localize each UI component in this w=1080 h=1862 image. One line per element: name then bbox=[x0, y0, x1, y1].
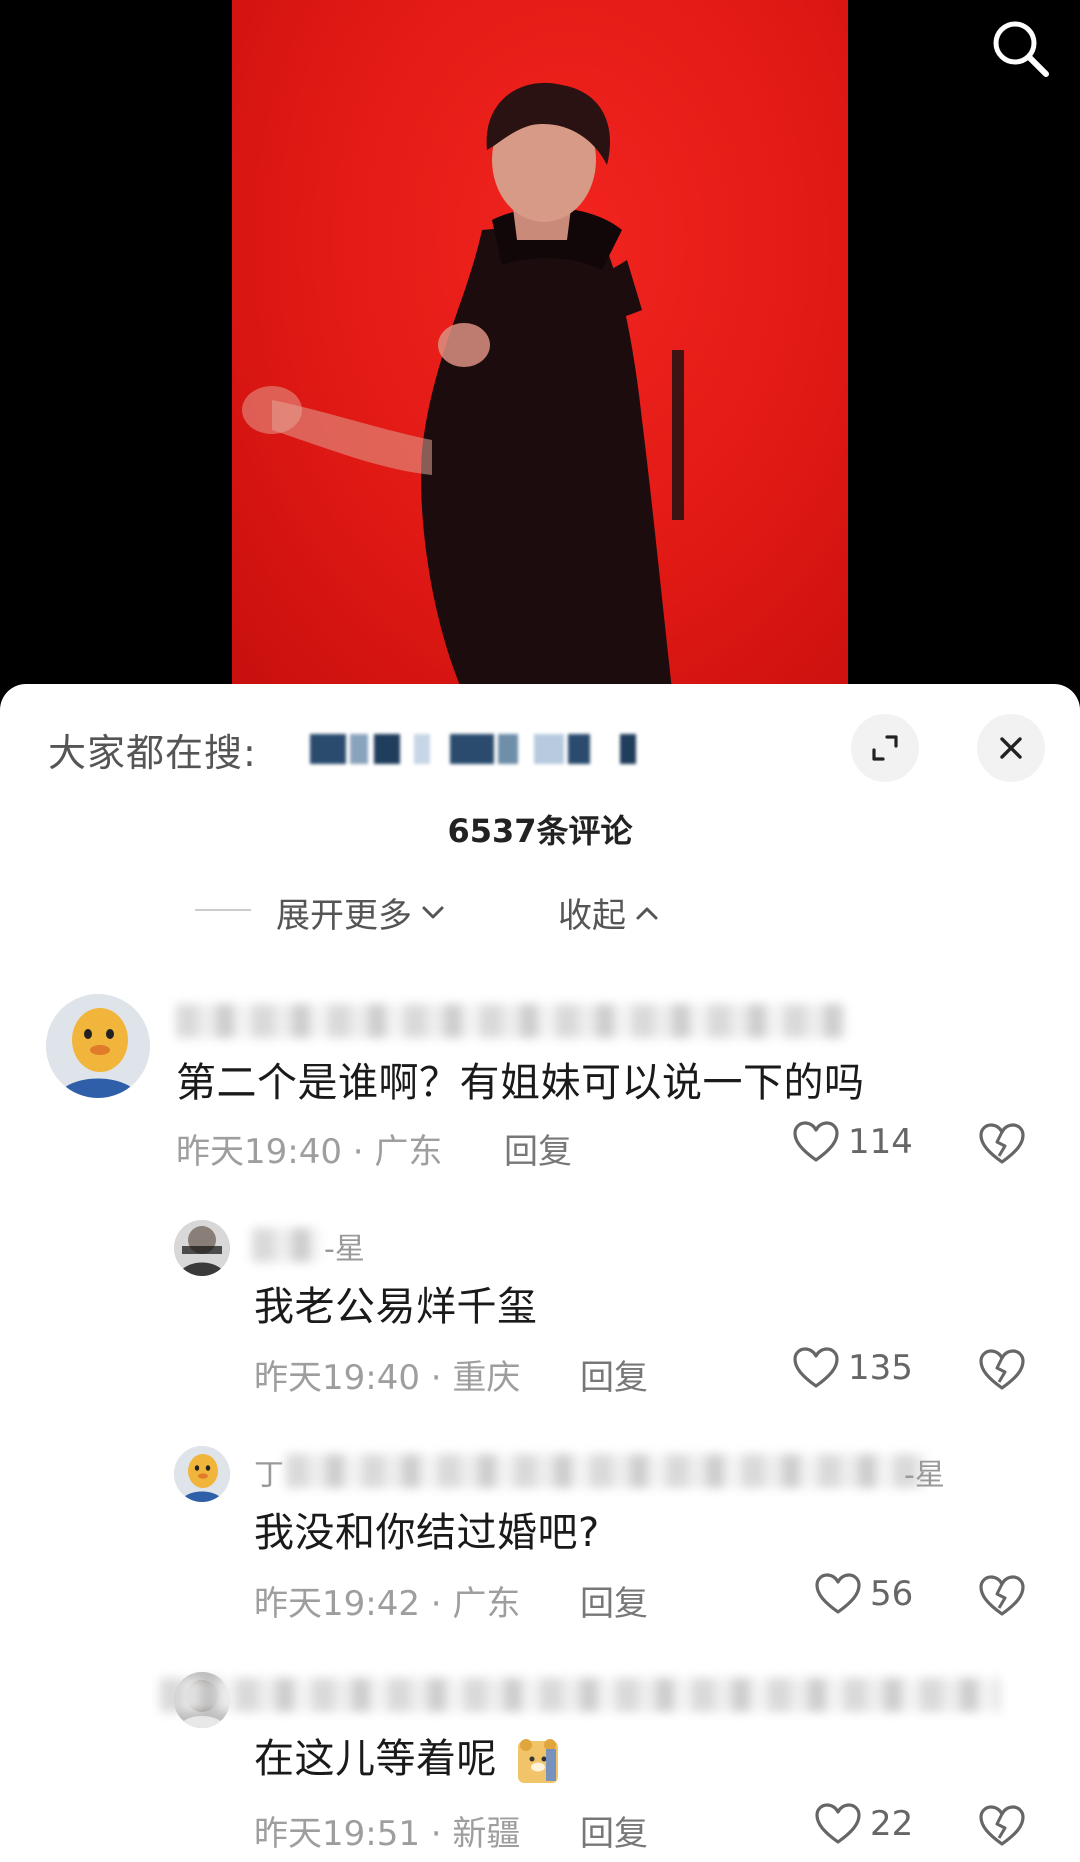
avatar[interactable] bbox=[174, 1220, 230, 1276]
meta-separator: · bbox=[430, 1358, 453, 1398]
meta-separator: · bbox=[430, 1814, 453, 1854]
comment-meta: 昨天19:51 · 新疆 bbox=[254, 1806, 520, 1855]
username-prefix: 丁 bbox=[254, 1458, 284, 1493]
chevron-up-icon bbox=[636, 907, 658, 919]
broken-heart-icon[interactable] bbox=[978, 1348, 1026, 1396]
comment-text: 在这儿等着呢 bbox=[254, 1726, 560, 1785]
expand-more-label: 展开更多 bbox=[276, 896, 412, 936]
comment-location: 广东 bbox=[452, 1584, 521, 1624]
comment-text: 我老公易烊千玺 bbox=[254, 1284, 538, 1330]
reply-button[interactable]: 回复 bbox=[580, 1576, 648, 1625]
app-screen: 大家都在搜: 6537条评论 展开更多 收起 第二个是谁啊？有姐妹可以说一下的吗… bbox=[0, 0, 1080, 1862]
comment-meta: 昨天19:40 · 广东 bbox=[176, 1124, 442, 1173]
reply-item: -星 我老公易烊千玺 昨天19:40 · 重庆 回复 135 bbox=[0, 1220, 1080, 1420]
like-button[interactable]: 56 bbox=[814, 1572, 913, 1616]
heart-icon bbox=[793, 1121, 839, 1162]
like-button[interactable]: 22 bbox=[814, 1802, 913, 1846]
reply-fold-controls: 展开更多 收起 bbox=[0, 880, 1080, 940]
divider bbox=[195, 909, 251, 911]
heart-icon bbox=[815, 1573, 861, 1614]
bear-sticker-icon bbox=[518, 1739, 559, 1783]
expand-more-button[interactable]: 展开更多 bbox=[276, 888, 448, 937]
comment-time: 昨天19:51 bbox=[254, 1814, 420, 1854]
meta-separator: · bbox=[352, 1132, 375, 1172]
username-suffix: -星 bbox=[324, 1232, 365, 1267]
like-button[interactable]: 114 bbox=[792, 1120, 913, 1164]
username-blurred[interactable] bbox=[176, 1000, 856, 1040]
comment-location: 新疆 bbox=[452, 1814, 521, 1854]
comment-sheet: 大家都在搜: 6537条评论 展开更多 收起 第二个是谁啊？有姐妹可以说一下的吗… bbox=[0, 684, 1080, 1862]
comment-time: 昨天19:42 bbox=[254, 1584, 420, 1624]
username-suffix: -星 bbox=[904, 1458, 945, 1493]
performer-silhouette bbox=[242, 82, 684, 690]
expand-icon bbox=[872, 735, 898, 761]
reply-button[interactable]: 回复 bbox=[580, 1806, 648, 1855]
username[interactable]: 丁 -星 bbox=[252, 1450, 972, 1493]
close-button[interactable] bbox=[977, 714, 1045, 782]
username[interactable]: -星 bbox=[252, 1224, 452, 1267]
comment-time: 昨天19:40 bbox=[176, 1132, 342, 1172]
reply-item: 在这儿等着呢 昨天19:51 · 新疆 回复 22 bbox=[0, 1672, 1080, 1862]
comment-text: 第二个是谁啊？有姐妹可以说一下的吗 bbox=[176, 1060, 865, 1106]
trending-search-query-blurred[interactable] bbox=[306, 734, 646, 764]
avatar[interactable] bbox=[46, 994, 150, 1098]
chevron-down-icon bbox=[422, 906, 444, 918]
sheet-header: 大家都在搜: bbox=[0, 684, 1080, 796]
comment-text-content: 在这儿等着呢 bbox=[254, 1736, 497, 1782]
collapse-button[interactable]: 收起 bbox=[558, 888, 662, 937]
comment-meta: 昨天19:40 · 重庆 bbox=[254, 1350, 520, 1399]
video-frame[interactable] bbox=[232, 0, 848, 690]
collapse-label: 收起 bbox=[558, 896, 626, 936]
comment-count: 6537条评论 bbox=[447, 812, 633, 850]
comment-text: 我没和你结过婚吧? bbox=[254, 1510, 600, 1556]
comment-time: 昨天19:40 bbox=[254, 1358, 420, 1398]
heart-icon bbox=[815, 1803, 861, 1844]
like-button[interactable]: 135 bbox=[792, 1346, 913, 1390]
broken-heart-icon[interactable] bbox=[978, 1122, 1026, 1170]
video-player[interactable] bbox=[0, 0, 1080, 700]
heart-icon bbox=[793, 1347, 839, 1388]
reply-button[interactable]: 回复 bbox=[504, 1124, 572, 1173]
username-blurred[interactable] bbox=[160, 1672, 1020, 1712]
like-count: 56 bbox=[870, 1574, 914, 1614]
trending-search-label: 大家都在搜: bbox=[48, 731, 257, 775]
reply-item: 丁 -星 我没和你结过婚吧? 昨天19:42 · 广东 回复 56 bbox=[0, 1446, 1080, 1646]
like-count: 135 bbox=[848, 1348, 913, 1388]
meta-separator: · bbox=[430, 1584, 453, 1624]
close-icon bbox=[1000, 737, 1022, 759]
broken-heart-icon[interactable] bbox=[978, 1804, 1026, 1852]
comment-meta: 昨天19:42 · 广东 bbox=[254, 1576, 520, 1625]
reply-button[interactable]: 回复 bbox=[580, 1350, 648, 1399]
like-count: 22 bbox=[870, 1804, 914, 1844]
comment-item: 第二个是谁啊？有姐妹可以说一下的吗 昨天19:40 · 广东 回复 114 bbox=[0, 994, 1080, 1194]
like-count: 114 bbox=[848, 1122, 913, 1162]
broken-heart-icon[interactable] bbox=[978, 1574, 1026, 1622]
comment-location: 重庆 bbox=[452, 1358, 521, 1398]
search-icon[interactable] bbox=[988, 16, 1052, 80]
avatar[interactable] bbox=[174, 1446, 230, 1502]
expand-button[interactable] bbox=[851, 714, 919, 782]
comment-location: 广东 bbox=[374, 1132, 443, 1172]
